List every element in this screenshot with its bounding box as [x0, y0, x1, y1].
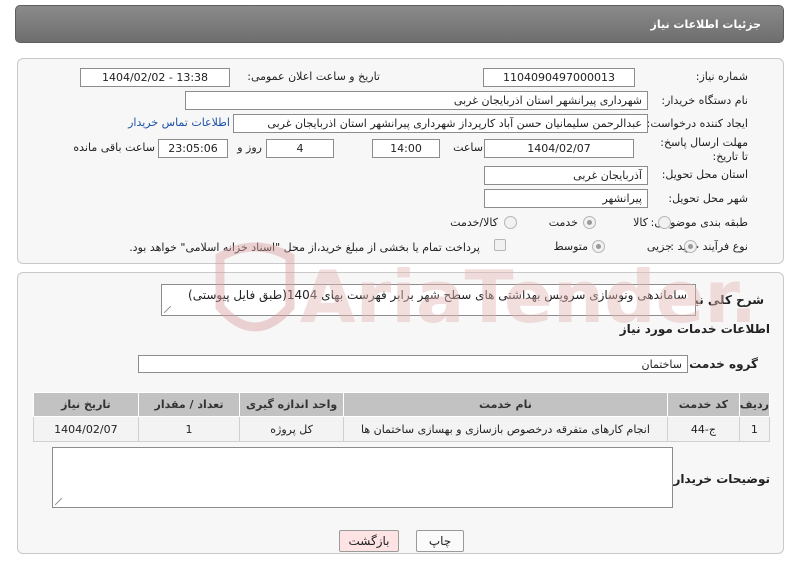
resize-grip-icon[interactable] — [55, 498, 62, 505]
deadline-time-label: ساعت — [453, 141, 483, 154]
resize-grip-icon[interactable] — [164, 306, 171, 313]
col-service-name: نام خدمت — [342, 392, 669, 417]
process-minor-label: جزیی — [646, 240, 672, 253]
buyer-notes-label: توضیحات خریدار: — [668, 472, 770, 486]
col-service-code: کد خدمت — [667, 392, 740, 417]
province-label: استان محل تحویل: — [661, 168, 748, 181]
col-row-number: ردیف — [738, 392, 771, 417]
service-group-label: گروه خدمت: — [684, 357, 758, 371]
creator-field[interactable]: عبدالرحمن سلیمانیان حسن آباد کارپرداز شه… — [233, 114, 648, 133]
remaining-time-label: ساعت باقی مانده — [73, 141, 155, 154]
col-quantity: تعداد / مقدار — [137, 392, 241, 417]
days-field[interactable]: 4 — [266, 139, 334, 158]
announce-datetime-field[interactable]: 1404/02/02 - 13:38 — [80, 68, 230, 87]
process-medium-label: متوسط — [553, 240, 588, 253]
category-service-label: خدمت — [548, 216, 578, 229]
category-goods-service-radio[interactable] — [504, 216, 517, 229]
process-minor-radio[interactable] — [684, 240, 697, 253]
description-text: ساماندهی ونوسازی سرویس بهداشتی های سطح ش… — [188, 288, 687, 302]
process-medium-radio[interactable] — [592, 240, 605, 253]
buyer-contact-link[interactable]: اطلاعات تماس خریدار — [128, 116, 230, 129]
table-row[interactable]: 1 ج-44 انجام کارهای متفرقه درخصوص بازساز… — [33, 416, 771, 442]
page-title: جزئیات اطلاعات نیاز — [650, 18, 762, 31]
days-label: روز و — [237, 141, 262, 154]
need-number-label: شماره نیاز: — [695, 70, 748, 83]
buyer-notes-textarea[interactable] — [52, 447, 673, 508]
deadline-date-field[interactable]: 1404/02/07 — [484, 139, 634, 158]
description-textarea[interactable]: ساماندهی ونوسازی سرویس بهداشتی های سطح ش… — [161, 284, 696, 316]
col-unit: واحد اندازه گیری — [239, 392, 344, 417]
deadline-time-field[interactable]: 14:00 — [372, 139, 440, 158]
process-type-label: نوع فرآیند خرید : — [670, 240, 748, 253]
category-goods-radio[interactable] — [658, 216, 671, 229]
print-button[interactable]: چاپ — [416, 530, 464, 552]
cell-service-code: ج-44 — [667, 416, 740, 442]
remaining-time-field[interactable]: 23:05:06 — [158, 139, 228, 158]
cell-service-name: انجام کارهای متفرقه درخصوص بازسازی و بهس… — [342, 416, 669, 442]
need-number-field[interactable]: 1104090497000013 — [483, 68, 635, 87]
services-table: ردیف کد خدمت نام خدمت واحد اندازه گیری ت… — [33, 392, 771, 442]
back-button[interactable]: بازگشت — [339, 530, 399, 552]
category-service-radio[interactable] — [583, 216, 596, 229]
deadline-label: مهلت ارسال پاسخ: تا تاریخ: — [660, 136, 748, 163]
buyer-org-label: نام دستگاه خریدار: — [661, 94, 748, 107]
category-goods-label: کالا — [633, 216, 648, 229]
creator-label: ایجاد کننده درخواست: — [646, 117, 748, 130]
treasury-payment-checkbox[interactable] — [494, 239, 506, 251]
category-goods-service-label: کالا/خدمت — [450, 216, 498, 229]
cell-quantity: 1 — [137, 416, 241, 442]
cell-unit: کل پروژه — [239, 416, 344, 442]
buyer-org-field[interactable]: شهرداری پیرانشهر استان اذربایجان غربی — [185, 91, 648, 110]
province-field[interactable]: آذربایجان غربی — [484, 166, 648, 185]
cell-need-date: 1404/02/07 — [33, 416, 139, 442]
page-header: جزئیات اطلاعات نیاز — [15, 5, 784, 43]
cell-row-number: 1 — [738, 416, 771, 442]
service-group-field[interactable]: ساختمان — [138, 355, 688, 373]
services-table-header: ردیف کد خدمت نام خدمت واحد اندازه گیری ت… — [33, 392, 771, 417]
treasury-payment-note: پرداخت تمام یا بخشی از مبلغ خرید،از محل … — [129, 241, 480, 254]
city-field[interactable]: پیرانشهر — [484, 189, 648, 208]
announce-datetime-label: تاریخ و ساعت اعلان عمومی: — [247, 70, 380, 83]
col-need-date: تاریخ نیاز — [33, 392, 139, 417]
services-section-title: اطلاعات خدمات مورد نیاز — [619, 322, 770, 336]
city-label: شهر محل تحویل: — [668, 192, 748, 205]
